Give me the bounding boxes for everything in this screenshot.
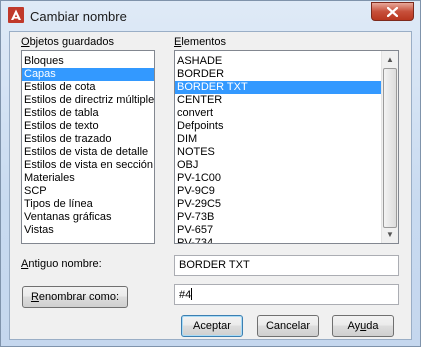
scroll-down-arrow-icon[interactable]: ▼ [382, 226, 398, 243]
scroll-up-arrow-icon[interactable]: ▲ [382, 51, 398, 68]
elements-list[interactable]: ASHADE BORDER BORDER TXT CENTER convert Defpo… [174, 50, 399, 244]
new-name-input[interactable]: #4 [174, 284, 399, 305]
element-item[interactable]: PV-73B [175, 211, 381, 224]
element-item[interactable]: PV-9C9 [175, 185, 381, 198]
elements-label: Elementos [174, 36, 226, 48]
close-button[interactable] [371, 2, 414, 21]
element-item[interactable]: PV-29C5 [175, 198, 381, 211]
element-item[interactable]: BORDER TXT [175, 81, 381, 94]
cancel-button[interactable]: Cancelar [257, 315, 319, 337]
element-item[interactable]: PV-657 [175, 224, 381, 237]
element-item[interactable]: BORDER [175, 68, 381, 81]
element-item[interactable]: CENTER [175, 94, 381, 107]
element-item[interactable]: Defpoints [175, 120, 381, 133]
element-item[interactable]: ASHADE [175, 55, 381, 68]
element-item[interactable]: PV-734 [175, 237, 381, 243]
window-title: Cambiar nombre [30, 9, 127, 24]
saved-object-item[interactable]: Bloques [22, 55, 154, 68]
saved-object-item[interactable]: Estilos de cota [22, 81, 154, 94]
scroll-thumb[interactable] [383, 68, 397, 228]
element-item[interactable]: PV-1C00 [175, 172, 381, 185]
element-item[interactable]: DIM [175, 133, 381, 146]
rename-as-button[interactable]: Renombrar como: [22, 286, 128, 308]
saved-objects-label: Objetos guardados [21, 36, 114, 48]
saved-object-item[interactable]: Ventanas gráficas [22, 211, 154, 224]
saved-objects-list[interactable]: Bloques Capas Estilos de cota Estilos de di… [21, 50, 155, 244]
saved-object-item[interactable]: Materiales [22, 172, 154, 185]
saved-object-item[interactable]: Estilos de directriz múltiple [22, 94, 154, 107]
close-icon [387, 6, 398, 17]
title-bar[interactable]: Cambiar nombre [1, 1, 420, 31]
autocad-logo-icon [8, 7, 24, 23]
old-name-field: BORDER TXT [174, 255, 399, 276]
element-item[interactable]: OBJ [175, 159, 381, 172]
saved-object-item[interactable]: SCP [22, 185, 154, 198]
text-caret [191, 288, 193, 300]
saved-object-item[interactable]: Capas [22, 68, 154, 81]
saved-object-item[interactable]: Estilos de vista de detalle [22, 146, 154, 159]
saved-object-item[interactable]: Tipos de línea [22, 198, 154, 211]
saved-object-item[interactable]: Estilos de texto [22, 120, 154, 133]
saved-object-item[interactable]: Estilos de vista en sección [22, 159, 154, 172]
element-item[interactable]: convert [175, 107, 381, 120]
saved-object-item[interactable]: Estilos de trazado [22, 133, 154, 146]
dialog-body: Objetos guardados Bloques Capas Estilos de… [9, 31, 412, 340]
elements-scrollbar[interactable]: ▲ ▼ [381, 51, 398, 243]
saved-object-item[interactable]: Vistas [22, 224, 154, 237]
rename-dialog: Cambiar nombre Objetos guardados Bloques… [0, 0, 421, 347]
help-button[interactable]: Ay u da [332, 315, 394, 337]
accept-button[interactable]: Aceptar [181, 315, 243, 337]
saved-object-item[interactable]: Estilos de tabla [22, 107, 154, 120]
old-name-label: Antiguo nombre: [21, 258, 102, 270]
element-item[interactable]: NOTES [175, 146, 381, 159]
